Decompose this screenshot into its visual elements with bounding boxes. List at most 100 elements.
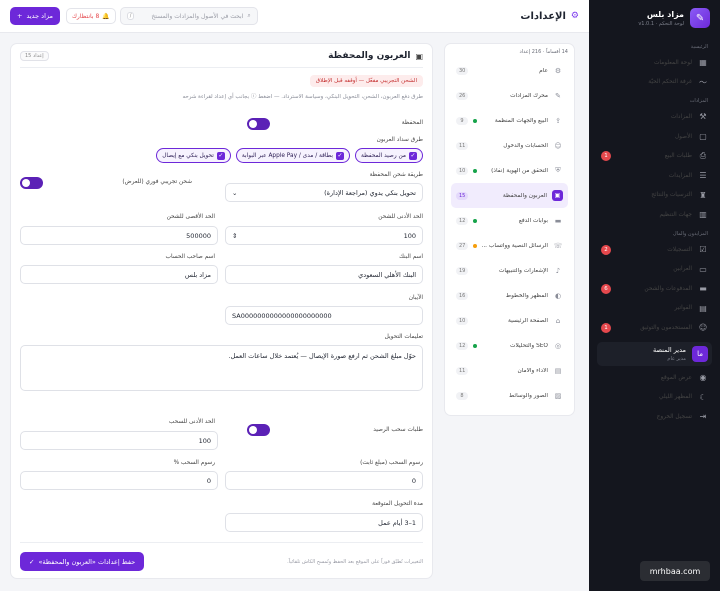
save-settings-button[interactable]: حفظ إعدادات «العربون والمحفظة» ✓ bbox=[20, 552, 145, 571]
chevron-down-icon: ⌄ bbox=[232, 188, 238, 197]
sidebar-item-bids[interactable]: ☰ المزايدات bbox=[589, 166, 720, 186]
sidebar-item-regulators[interactable]: ▥ جهات التنظيم bbox=[589, 205, 720, 225]
settings-nav-item[interactable]: ☏ الرسائل النصية وواتساب ... 27 bbox=[451, 233, 568, 258]
dark-mode-toggle[interactable]: ☾ المظهر الليلي bbox=[589, 387, 720, 407]
count-badge: 12 bbox=[456, 341, 469, 350]
withdraw-toggle[interactable] bbox=[247, 424, 270, 436]
topup-method-select[interactable]: تحويل بنكي يدوي (مراجعة الإدارة) ⌄ bbox=[225, 183, 423, 202]
account-holder-input[interactable]: مزاد بلس bbox=[20, 265, 218, 284]
wallet-toggle[interactable] bbox=[247, 118, 270, 130]
settings-form-card: ▣ العربون والمحفظة إعداد 15 الشحن التجري… bbox=[10, 43, 433, 579]
settings-summary: 14 أقساماً · 216 إعداد bbox=[519, 49, 568, 55]
expected-time-input[interactable]: 1–3 أيام عمل bbox=[225, 513, 423, 532]
divider bbox=[20, 542, 423, 543]
expected-time-label: مدة التحويل المتوقعة bbox=[372, 501, 423, 507]
withdraw-fee-pct-input[interactable]: 0 bbox=[20, 471, 218, 490]
topup-method-label: طريقة شحن المحفظة bbox=[369, 172, 423, 178]
withdraw-fee-fixed-input[interactable]: 0 bbox=[225, 471, 423, 490]
method-chip-card[interactable]: ✓ بطاقة / مدى / Apple Pay عبر البوابة bbox=[235, 148, 351, 163]
settings-nav-item[interactable]: ▬ بوابات الدفع 12 bbox=[451, 208, 568, 233]
settings-nav-label: محرك المزادات bbox=[510, 92, 548, 99]
min-withdraw-input[interactable]: 100 bbox=[20, 431, 218, 450]
sidebar-item-payments[interactable]: ▬ المدفوعات والشحن 6 bbox=[589, 279, 720, 299]
sidebar-item-invoices[interactable]: ▤ الفواتير bbox=[589, 299, 720, 319]
count-badge: 8 bbox=[456, 391, 468, 400]
settings-nav-item[interactable]: ⛨ التحقق من الهوية (نفاذ) 10 bbox=[451, 158, 568, 183]
sidebar-item-dashboard[interactable]: ▦ لوحة المعلومات bbox=[589, 53, 720, 73]
check-icon: ✓ bbox=[29, 557, 35, 566]
view-site-link[interactable]: ◉ عرض الموقع bbox=[589, 368, 720, 388]
avatar: ما bbox=[692, 345, 708, 362]
count-badge: 30 bbox=[456, 66, 469, 75]
method-chip-wallet[interactable]: ✓ من رصيد المحفظة bbox=[355, 148, 423, 163]
count-badge: 1 bbox=[601, 151, 611, 162]
count-badge: 9 bbox=[456, 116, 468, 125]
settings-nav-item[interactable]: ☺ الحسابات والدخول 11 bbox=[451, 133, 568, 158]
app-subtitle: لوحة التحكم · v1.0.1 bbox=[638, 20, 684, 27]
sidebar-item-auctions[interactable]: ⚒ المزادات bbox=[589, 107, 720, 127]
settings-nav-label: الحسابات والدخول bbox=[503, 142, 548, 149]
logout-link[interactable]: ⇥ تسجيل الخروج bbox=[589, 407, 720, 427]
settings-nav-item[interactable]: ▤ الأداء والأمان 11 bbox=[451, 358, 568, 383]
brand[interactable]: ✎ مزاد بلس لوحة التحكم · v1.0.1 bbox=[589, 0, 720, 38]
sidebar-item-users[interactable]: ☺ المستخدمون والتوثيق 1 bbox=[589, 318, 720, 338]
pending-notifications-button[interactable]: 🔔 8 بانتظارك bbox=[65, 8, 116, 24]
settings-nav-item[interactable]: ✎ محرك المزادات 26 bbox=[451, 83, 568, 108]
search-input[interactable]: ⌕ ابحث في الأصول والمزادات والمستخ / bbox=[119, 7, 258, 25]
home-icon: ⌂ bbox=[555, 316, 561, 325]
warning-banner: الشحن التجريبي مفعّل — أوقفه قبل الإطلاق bbox=[309, 75, 423, 87]
top-bar: ⚙ الإعدادات ⌕ ابحث في الأصول والمزادات و… bbox=[0, 0, 589, 33]
gear-icon: ⚙ bbox=[554, 66, 562, 75]
min-topup-label: الحد الأدنى للشحن bbox=[378, 214, 423, 220]
pulse-icon: 〜 bbox=[699, 77, 707, 87]
account-holder-label: اسم صاحب الحساب bbox=[165, 254, 216, 260]
sidebar-item-assets[interactable]: ▢ الأصول bbox=[589, 127, 720, 147]
status-dot bbox=[473, 243, 478, 248]
building-icon: ▥ bbox=[699, 210, 707, 220]
method-chip-bank[interactable]: ✓ تحويل بنكي مع إيصال bbox=[156, 148, 231, 163]
inbox-icon: ⎙ bbox=[699, 151, 707, 161]
settings-nav-label: البيع والجهات المنظّمة bbox=[494, 117, 548, 124]
settings-count-tag: إعداد 15 bbox=[20, 51, 49, 61]
sidebar-item-live-room[interactable]: 〜 غرفة التحكم الحيّة bbox=[589, 73, 720, 93]
new-auction-button[interactable]: مزاد جديد + bbox=[10, 7, 60, 25]
sidebar-item-registrations[interactable]: ☑ التسجيلات 2 bbox=[589, 240, 720, 260]
settings-nav-item[interactable]: ◐ المظهر والخطوط 16 bbox=[451, 283, 568, 308]
settings-nav-item[interactable]: ▣ العربون والمحفظة 15 bbox=[451, 183, 568, 208]
settings-nav-item[interactable]: ⚙ عام 30 bbox=[451, 58, 568, 83]
settings-nav-item[interactable]: ♪ الإشعارات والتنبيهات 19 bbox=[451, 258, 568, 283]
count-badge: 1 bbox=[601, 322, 611, 333]
users-icon: ☺ bbox=[698, 323, 708, 333]
gear-icon: ⚙ bbox=[570, 11, 579, 21]
settings-nav-label: بوابات الدفع bbox=[518, 217, 548, 224]
bank-name-input[interactable]: البنك الأهلي السعودي bbox=[225, 265, 423, 284]
box-icon: ▢ bbox=[699, 132, 707, 142]
gavel-icon: ✎ bbox=[690, 8, 710, 28]
count-badge: 10 bbox=[456, 166, 469, 175]
main-sidebar: ✎ مزاد بلس لوحة التحكم · v1.0.1 الرئيسية… bbox=[589, 0, 720, 591]
count-badge: 2 bbox=[601, 244, 611, 255]
status-dot bbox=[473, 343, 478, 348]
max-topup-input[interactable]: 500000 bbox=[20, 226, 218, 245]
sidebar-item-awards[interactable]: ♜ الترسيات والنتائج bbox=[589, 186, 720, 206]
withdraw-fee-fixed-label: رسوم السحب (مبلغ ثابت) bbox=[360, 460, 423, 466]
user-card[interactable]: ما مدير المنصة مدير عام bbox=[597, 341, 712, 366]
settings-nav-label: التحقق من الهوية (نفاذ) bbox=[491, 167, 548, 174]
stepper-icon[interactable]: ⇕ bbox=[232, 232, 237, 240]
sidebar-section-title: الرئيسية bbox=[690, 44, 708, 50]
sidebar-item-deposits[interactable]: ▭ العرابين bbox=[589, 259, 720, 279]
iban-input[interactable]: SA0000000000000000000000 bbox=[225, 306, 423, 325]
instant-test-toggle[interactable] bbox=[20, 177, 43, 189]
min-topup-input[interactable]: 100 ⇕ bbox=[225, 226, 423, 245]
globe-icon: ◎ bbox=[554, 341, 562, 350]
card-icon: ▬ bbox=[554, 216, 562, 225]
settings-nav-item[interactable]: ⇪ البيع والجهات المنظّمة 9 bbox=[451, 108, 568, 133]
instructions-textarea[interactable]: حوّل مبلغ الشحن ثم ارفع صورة الإيصال — ي… bbox=[20, 345, 423, 391]
settings-nav-item[interactable]: ◎ SEO والتحليلات 12 bbox=[451, 333, 568, 358]
settings-nav-item[interactable]: ⌂ الصفحة الرئيسية 10 bbox=[451, 308, 568, 333]
withdraw-label: طلبات سحب الرصيد bbox=[373, 427, 423, 433]
check-icon: ✓ bbox=[336, 151, 345, 160]
settings-nav-item[interactable]: ▨ الصور والوسائط 8 bbox=[451, 383, 568, 408]
sidebar-item-sell-requests[interactable]: ⎙ طلبات البيع 1 bbox=[589, 146, 720, 166]
settings-nav-label: الصفحة الرئيسية bbox=[508, 317, 548, 324]
